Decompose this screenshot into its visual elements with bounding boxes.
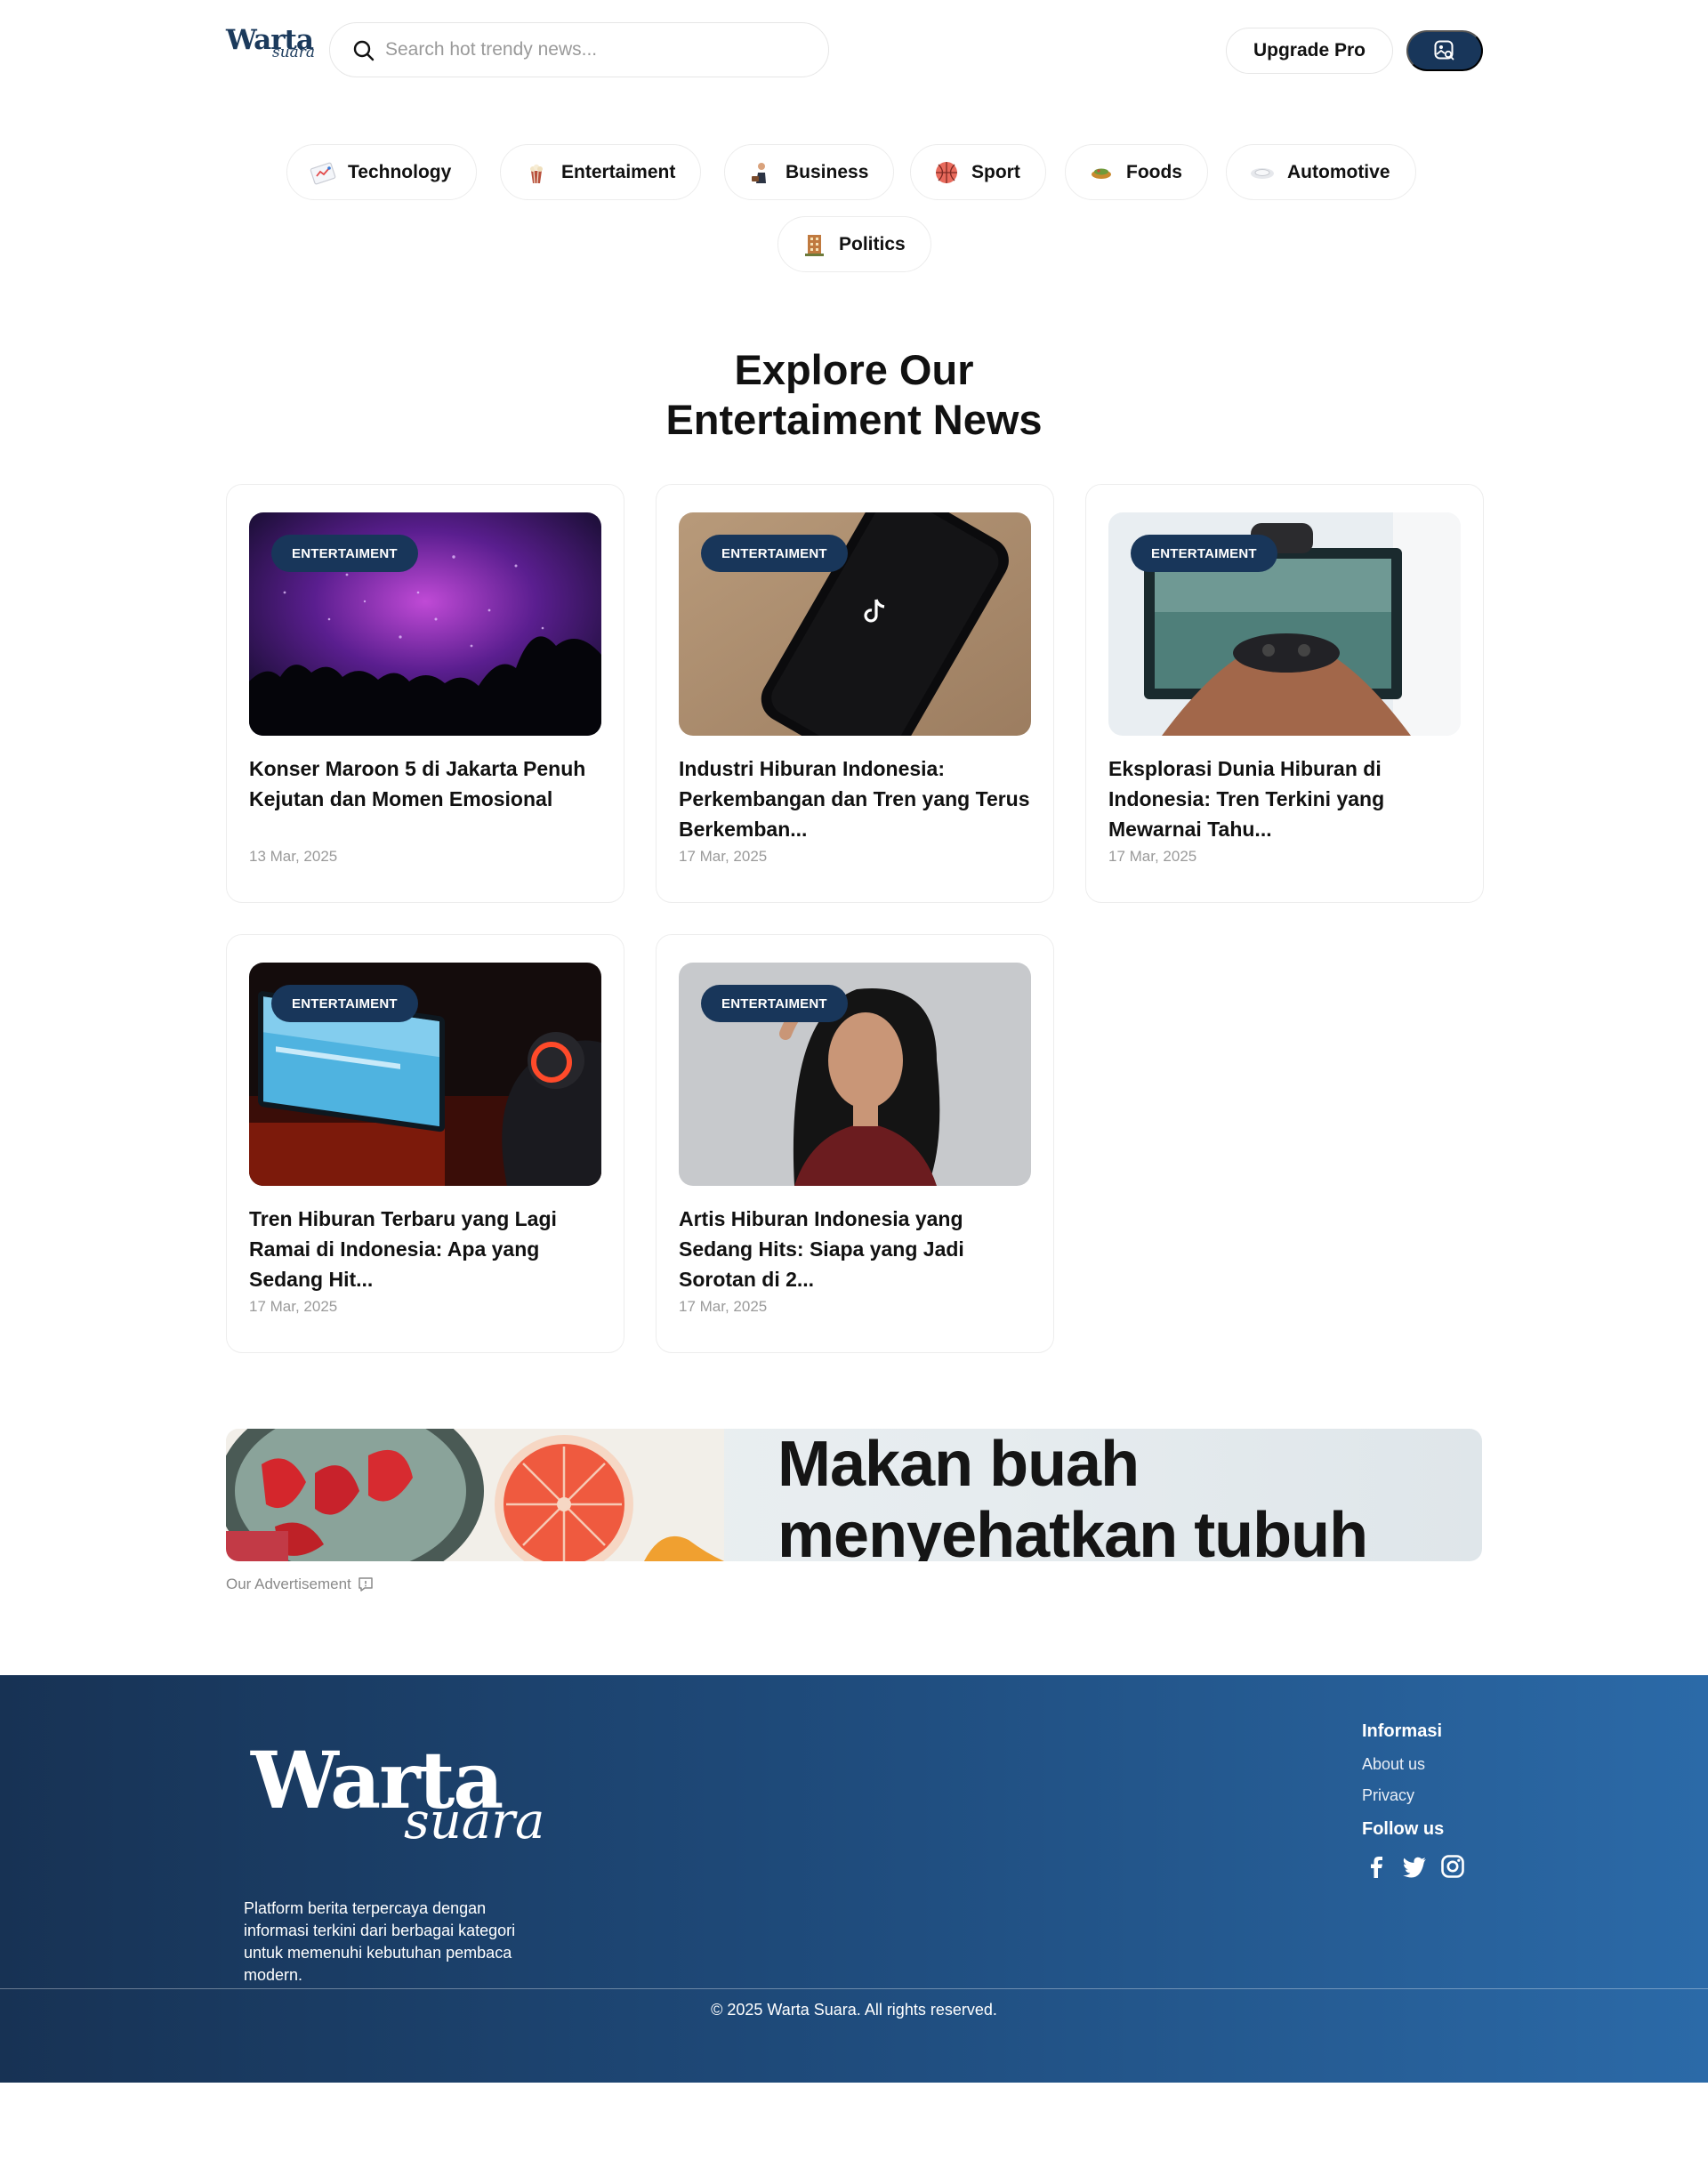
footer-link-about[interactable]: About us: [1362, 1755, 1425, 1774]
building-icon: [800, 230, 828, 259]
category-politics[interactable]: Politics: [777, 216, 931, 272]
footer-follow-heading: Follow us: [1362, 1819, 1445, 1839]
site-footer: Warta suara Platform berita terpercaya d…: [0, 1675, 1708, 2083]
footer-description: Platform berita terpercaya dengan inform…: [244, 1899, 516, 1984]
article-card[interactable]: ENTERTAIMENT Eksplorasi Dunia Hiburan di…: [1085, 484, 1484, 903]
category-technology[interactable]: Technology: [286, 144, 478, 200]
food-icon: [1087, 158, 1116, 187]
logo-script: suara: [272, 44, 316, 61]
business-icon: [746, 158, 775, 187]
fruit-image: [226, 1429, 724, 1561]
category-foods[interactable]: Foods: [1065, 144, 1208, 200]
category-entertaiment[interactable]: Entertaiment: [500, 144, 702, 200]
category-label: Automotive: [1287, 161, 1390, 182]
search-icon: [353, 40, 375, 61]
article-card[interactable]: ENTERTAIMENT Artis Hiburan Indonesia yan…: [656, 934, 1054, 1353]
category-badge: ENTERTAIMENT: [271, 985, 418, 1022]
article-title[interactable]: Eksplorasi Dunia Hiburan di Indonesia: T…: [1108, 754, 1464, 844]
technology-icon: [309, 158, 337, 187]
image-search-button[interactable]: [1406, 30, 1483, 71]
category-label: Entertaiment: [561, 161, 676, 182]
popcorn-icon: [522, 158, 551, 187]
footer-copyright: © 2025 Warta Suara. All rights reserved.: [711, 2001, 997, 2019]
article-title[interactable]: Artis Hiburan Indonesia yang Sedang Hits…: [679, 1204, 1035, 1294]
category-badge: ENTERTAIMENT: [701, 535, 848, 572]
image-search-icon: [1434, 40, 1454, 60]
category-automotive[interactable]: Automotive: [1226, 144, 1416, 200]
car-icon: [1248, 158, 1277, 187]
section-heading: Explore Our Entertaiment News: [0, 345, 1708, 445]
footer-divider: [0, 1988, 1708, 1989]
upgrade-pro-button[interactable]: Upgrade Pro: [1226, 28, 1393, 74]
info-icon[interactable]: [357, 1576, 375, 1593]
facebook-icon[interactable]: [1363, 1853, 1390, 1880]
category-label: Technology: [348, 161, 452, 182]
category-badge: ENTERTAIMENT: [701, 985, 848, 1022]
heading-line-1: Explore Our: [734, 346, 974, 393]
category-business[interactable]: Business: [724, 144, 895, 200]
ad-headline-line-1: Makan buah: [777, 1429, 1140, 1500]
search-bar[interactable]: [329, 22, 829, 77]
top-header: Warta suara Upgrade Pro: [0, 0, 1708, 100]
article-title[interactable]: Tren Hiburan Terbaru yang Lagi Ramai di …: [249, 1204, 605, 1294]
category-label: Politics: [839, 233, 906, 254]
category-label: Business: [786, 161, 869, 182]
category-label: Foods: [1126, 161, 1182, 182]
category-badge: ENTERTAIMENT: [271, 535, 418, 572]
heading-line-2: Entertaiment News: [665, 396, 1043, 443]
article-card[interactable]: ENTERTAIMENT Industri Hiburan Indonesia:…: [656, 484, 1054, 903]
footer-info-heading: Informasi: [1362, 1721, 1443, 1741]
twitter-icon[interactable]: [1401, 1853, 1428, 1880]
article-date: 17 Mar, 2025: [1108, 848, 1197, 865]
site-logo[interactable]: Warta suara: [226, 24, 318, 67]
article-card[interactable]: ENTERTAIMENT Tren Hiburan Terbaru yang L…: [226, 934, 624, 1353]
article-title[interactable]: Konser Maroon 5 di Jakarta Penuh Kejutan…: [249, 754, 605, 814]
basketball-icon: [932, 158, 961, 187]
advertisement-label-text: Our Advertisement: [226, 1576, 351, 1592]
category-badge: ENTERTAIMENT: [1131, 535, 1277, 572]
search-input[interactable]: [385, 34, 803, 66]
article-title[interactable]: Industri Hiburan Indonesia: Perkembangan…: [679, 754, 1035, 844]
instagram-icon[interactable]: [1439, 1853, 1466, 1880]
advertisement-banner[interactable]: Makan buah menyehatkan tubuh: [226, 1429, 1482, 1561]
advertisement-label: Our Advertisement: [226, 1576, 375, 1593]
ad-headline-line-2: menyehatkan tubuh: [777, 1500, 1368, 1561]
article-date: 13 Mar, 2025: [249, 848, 338, 865]
article-date: 17 Mar, 2025: [679, 1298, 768, 1315]
footer-logo-script: suara: [404, 1793, 545, 1850]
footer-link-privacy[interactable]: Privacy: [1362, 1786, 1414, 1805]
article-card[interactable]: ENTERTAIMENT Konser Maroon 5 di Jakarta …: [226, 484, 624, 903]
article-date: 17 Mar, 2025: [249, 1298, 338, 1315]
category-label: Sport: [971, 161, 1020, 182]
footer-logo[interactable]: Warta suara: [251, 1734, 571, 1867]
category-sport[interactable]: Sport: [910, 144, 1046, 200]
article-date: 17 Mar, 2025: [679, 848, 768, 865]
